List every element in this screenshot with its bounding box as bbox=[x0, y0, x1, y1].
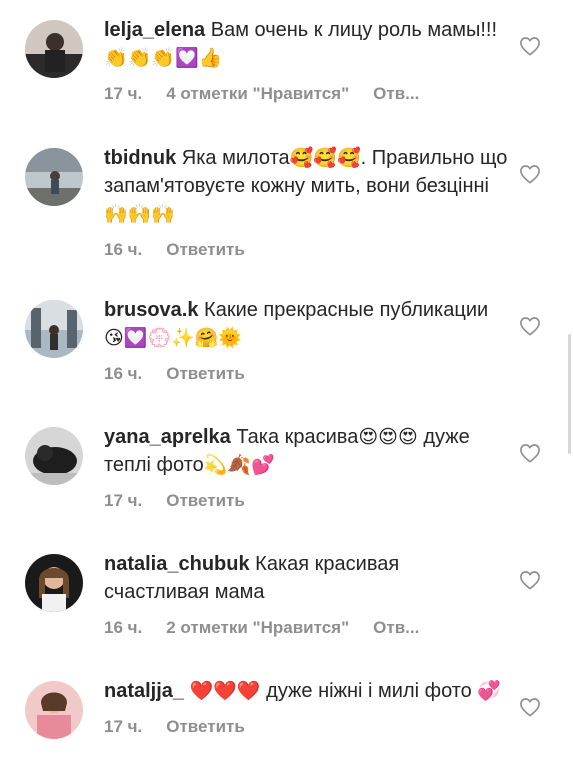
reply-button[interactable]: Ответить bbox=[166, 364, 245, 383]
reply-button[interactable]: Ответить bbox=[166, 240, 245, 259]
comment-text: дуже ніжні і милі фото bbox=[260, 680, 472, 702]
heart-outline-icon[interactable] bbox=[519, 443, 541, 463]
heart-outline-icon[interactable] bbox=[519, 570, 541, 590]
comment-emoji: 😘💟💮✨🤗🌞 bbox=[104, 327, 243, 349]
heart-outline-icon[interactable] bbox=[519, 316, 541, 336]
comment-text: Така красива bbox=[236, 426, 359, 448]
comment-meta: 16 ч. Ответить bbox=[104, 360, 509, 388]
avatar[interactable] bbox=[25, 427, 83, 485]
comment-emoji: ❤️❤️❤️ bbox=[189, 680, 261, 702]
comment-emoji: 👏👏👏💟👍 bbox=[104, 47, 223, 69]
comment-meta: 16 ч. Ответить bbox=[104, 236, 509, 264]
avatar[interactable] bbox=[25, 554, 83, 612]
avatar[interactable] bbox=[25, 148, 83, 206]
comment-time: 17 ч. bbox=[104, 491, 143, 510]
comment-body: yana_aprelka Така красива😍😍😍 дуже теплі … bbox=[104, 423, 509, 515]
comment-body: natalia_chubuk Какая красивая счастливая… bbox=[104, 550, 509, 642]
heart-outline-icon[interactable] bbox=[519, 36, 541, 56]
comment-body: nataljja_ ❤️❤️❤️ дуже ніжні і милі фото … bbox=[104, 677, 509, 741]
comment-username[interactable]: natalia_chubuk bbox=[104, 553, 250, 575]
avatar[interactable] bbox=[25, 20, 83, 78]
comment-body: lelja_elena Вам очень к лицу роль мамы!!… bbox=[104, 16, 509, 108]
reply-button[interactable]: Ответить bbox=[166, 717, 245, 736]
avatar[interactable] bbox=[25, 300, 83, 358]
likes-count[interactable]: 4 отметки "Нравится" bbox=[166, 84, 349, 103]
comment-username[interactable]: nataljja_ bbox=[104, 680, 184, 702]
comment-emoji-2: 🙌🙌🙌 bbox=[104, 203, 175, 225]
comment-body: brusova.k Какие прекрасные публикации 😘💟… bbox=[104, 296, 509, 388]
comment-username[interactable]: lelja_elena bbox=[104, 19, 205, 41]
comment-time: 16 ч. bbox=[104, 240, 143, 259]
likes-count[interactable]: 2 отметки "Нравится" bbox=[166, 618, 349, 637]
heart-outline-icon[interactable] bbox=[519, 697, 541, 717]
comment-time: 16 ч. bbox=[104, 364, 143, 383]
comment-text: Яка милота bbox=[181, 147, 290, 169]
comment-meta: 17 ч. 4 отметки "Нравится" Отв... bbox=[104, 80, 509, 108]
comment-username[interactable]: brusova.k bbox=[104, 299, 198, 321]
comment-time: 17 ч. bbox=[104, 717, 143, 736]
avatar[interactable] bbox=[25, 681, 83, 739]
comment-username[interactable]: tbidnuk bbox=[104, 147, 176, 169]
comment-meta: 17 ч. Ответить bbox=[104, 713, 509, 741]
comment-emoji-2: 💞 bbox=[477, 680, 502, 702]
reply-button[interactable]: Отв... bbox=[373, 618, 419, 637]
comment-emoji: 🥰🥰🥰 bbox=[289, 147, 361, 169]
reply-button[interactable]: Отв... bbox=[373, 84, 419, 103]
heart-outline-icon[interactable] bbox=[519, 164, 541, 184]
comment-time: 17 ч. bbox=[104, 84, 143, 103]
comment-username[interactable]: yana_aprelka bbox=[104, 426, 231, 448]
comment-text: Какие прекрасные публикации bbox=[204, 299, 489, 321]
comment-emoji: 😍😍😍 bbox=[358, 426, 418, 448]
comment-emoji-2: 💫🍂💕 bbox=[203, 454, 275, 476]
reply-button[interactable]: Ответить bbox=[166, 491, 245, 510]
comment-time: 16 ч. bbox=[104, 618, 143, 637]
comment-meta: 17 ч. Ответить bbox=[104, 487, 509, 515]
scrollbar[interactable] bbox=[568, 334, 571, 454]
comment-meta: 16 ч. 2 отметки "Нравится" Отв... bbox=[104, 614, 509, 642]
comment-body: tbidnuk Яка милота🥰🥰🥰. Правильно що запа… bbox=[104, 144, 509, 264]
comment-text: Вам очень к лицу роль мамы!!! bbox=[210, 19, 498, 41]
